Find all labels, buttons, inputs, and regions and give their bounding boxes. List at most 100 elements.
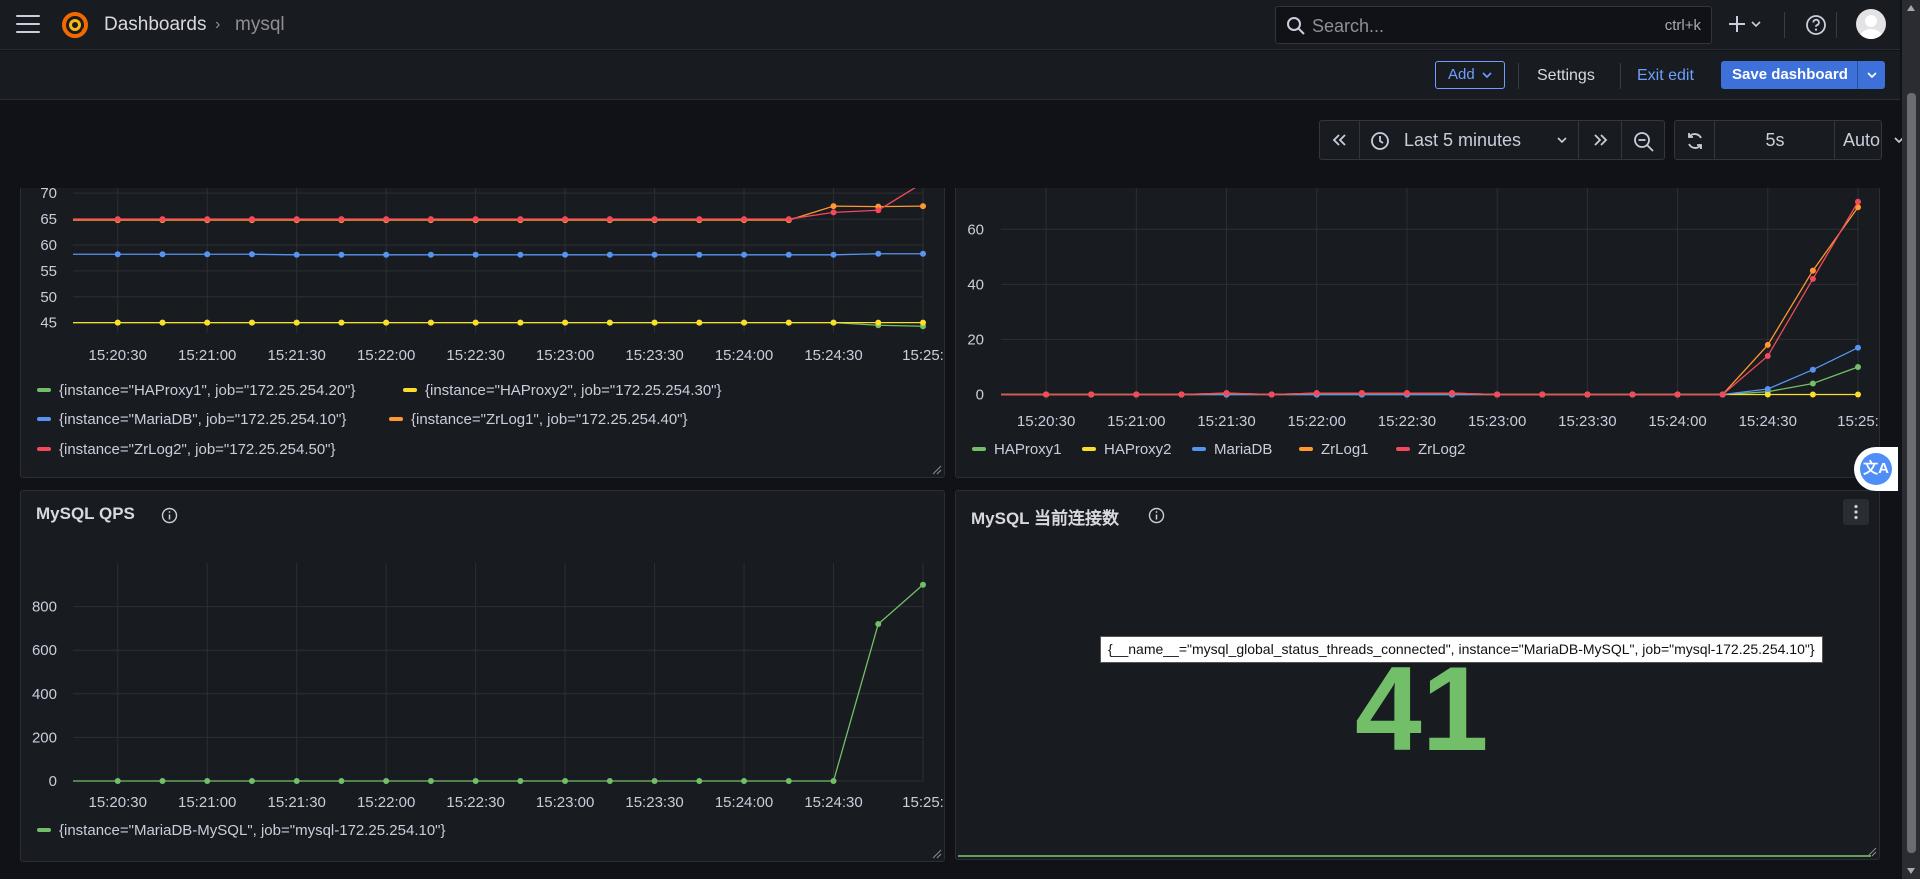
legend-item[interactable]: {instance="ZrLog2", job="172.25.254.50"} [37,441,336,458]
legend-color-swatch [389,417,403,422]
exit-edit-button[interactable]: Exit edit [1637,67,1694,85]
scrollbar-thumb[interactable] [1907,93,1916,853]
data-point [875,250,882,257]
data-point [920,203,926,210]
data-point [1764,352,1771,359]
x-tick-label: 15:23:00 [1468,413,1526,428]
legend-label: ZrLog1 [1321,441,1369,458]
search-input[interactable]: Search... ctrl+k [1275,6,1712,44]
series-line [1001,366,1859,396]
x-tick-label: 15:24:00 [1648,413,1706,428]
save-dashboard-button[interactable]: Save dashboard [1721,61,1885,89]
data-point [696,216,703,223]
legend-item[interactable]: {instance="MariaDB", job="172.25.254.10"… [37,411,346,428]
search-shortcut: ctrl+k [1664,17,1701,34]
new-menu-button[interactable] [1728,12,1768,38]
legend-item[interactable]: {instance="HAProxy2", job="172.25.254.30… [403,382,722,399]
y-tick-label: 65 [40,211,57,228]
data-point [696,778,703,784]
panel-menu-button[interactable] [1843,499,1869,525]
scroll-up-icon[interactable] [1906,4,1916,12]
data-point [830,251,837,258]
divider [1836,12,1837,38]
scroll-down-icon[interactable] [1906,867,1916,875]
data-point [1809,366,1816,373]
user-avatar[interactable] [1856,9,1886,39]
time-shift-back-button[interactable] [1320,121,1360,159]
time-shift-forward-button[interactable] [1578,121,1622,159]
translate-button[interactable]: 文A [1854,447,1898,491]
legend-item[interactable]: {instance="ZrLog1", job="172.25.254.40"} [389,411,688,428]
legend-item[interactable]: {instance="HAProxy1", job="172.25.254.20… [37,382,356,399]
data-point [562,778,569,784]
y-tick-label: 60 [967,221,984,238]
data-point [651,251,658,258]
data-point [114,216,121,223]
x-tick-label: 15:22:30 [1378,413,1436,428]
zoom-out-button[interactable] [1622,121,1664,159]
breadcrumb-dashboards[interactable]: Dashboards [104,14,206,36]
data-point [562,251,569,258]
legend-item[interactable]: ZrLog1 [1299,441,1369,458]
data-point [159,251,166,258]
legend-color-swatch [37,828,51,833]
legend-item[interactable]: HAProxy1 [972,441,1062,458]
auto-refresh-dropdown[interactable]: Auto [1835,121,1904,159]
info-icon[interactable] [1148,507,1165,524]
x-tick-label: 15:24:30 [1739,413,1797,428]
legend-color-swatch [1396,447,1410,452]
data-point [830,319,837,326]
resize-handle-icon[interactable] [930,847,942,859]
panel-title[interactable]: MySQL 当前连接数 [971,504,1119,529]
legend-label: {instance="ZrLog1", job="172.25.254.40"} [411,411,688,428]
line-chart-top-right: 0 20 40 60 15:20:30 15:21:00 15:21:30 15:22:00 1… [967,188,1879,428]
refresh-interval-picker[interactable]: 5s [1715,121,1835,159]
user-icon [1860,15,1882,39]
data-point [293,216,300,223]
data-point [1539,391,1546,398]
legend-item[interactable]: ZrLog2 [1396,441,1466,458]
data-point [920,581,926,588]
legend-item[interactable]: HAProxy2 [1082,441,1172,458]
x-tick-label: 15:21:30 [1197,413,1255,428]
resize-handle-icon[interactable] [1865,845,1877,857]
data-point [875,207,882,214]
y-tick-label: 200 [32,729,57,746]
legend-item[interactable]: MariaDB [1192,441,1272,458]
legend-label: {instance="HAProxy1", job="172.25.254.20… [59,382,356,399]
page-scrollbar[interactable] [1902,0,1920,879]
data-point [517,778,524,784]
data-point [472,251,479,258]
y-tick-label: 800 [32,599,57,616]
data-point [785,251,792,258]
data-point [785,216,792,223]
refresh-interval-label: 5s [1765,130,1785,150]
legend-color-swatch [1299,447,1313,452]
refresh-controls: 5s Auto [1674,120,1904,160]
data-point [830,203,837,210]
data-point [1223,390,1230,397]
help-icon[interactable] [1804,13,1828,37]
grafana-logo-icon[interactable] [60,10,90,40]
legend-item[interactable]: {instance="MariaDB-MySQL", job="mysql-17… [37,822,446,839]
add-button-label: Add [1448,66,1475,83]
angle-double-left-icon [1332,134,1346,146]
x-tick-label: 15:21:00 [1107,413,1165,428]
settings-button[interactable]: Settings [1537,67,1595,85]
data-point [1719,391,1726,398]
resize-handle-icon[interactable] [930,463,942,475]
x-tick-label: 15:24:30 [804,794,862,811]
data-point [1268,391,1275,398]
time-range-picker[interactable]: Last 5 minutes [1360,121,1578,159]
y-tick-label: 60 [40,237,57,254]
data-point [1178,391,1185,398]
add-button[interactable]: Add [1435,61,1505,89]
refresh-button[interactable] [1675,121,1715,159]
legend-color-swatch [972,447,986,452]
data-point [114,251,121,258]
legend-label: MariaDB [1214,441,1273,458]
save-options-button[interactable] [1857,61,1885,89]
data-point [830,778,837,784]
data-point [204,251,211,258]
menu-icon[interactable] [16,15,40,35]
